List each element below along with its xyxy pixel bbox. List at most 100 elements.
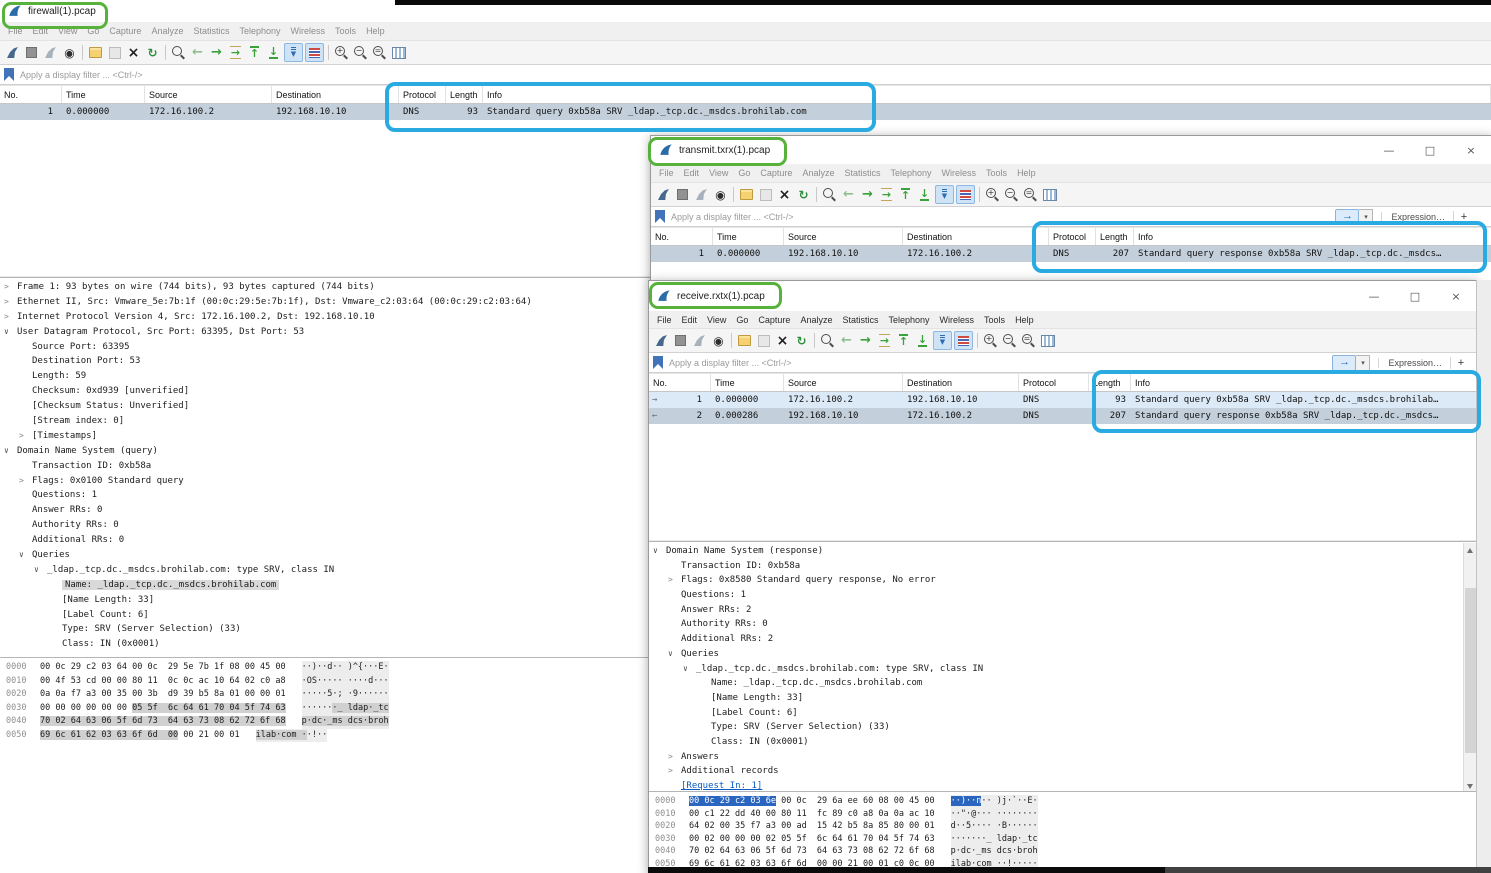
menu-item-file[interactable]: File — [652, 315, 677, 325]
shark-fin-icon[interactable] — [653, 332, 670, 349]
go-back-icon[interactable] — [838, 332, 855, 349]
save-file-icon[interactable] — [755, 332, 772, 349]
filterbar-firewall[interactable]: Apply a display filter ... <Ctrl-/> — [0, 65, 1491, 85]
resize-columns-icon[interactable] — [390, 44, 407, 61]
menu-item-analyze[interactable]: Analyze — [146, 26, 188, 36]
save-file-icon[interactable] — [106, 44, 123, 61]
filter-bookmark-icon[interactable] — [4, 68, 14, 81]
filter-dropdown-arrow-icon[interactable]: ▾ — [1356, 355, 1370, 371]
menu-item-statistics[interactable]: Statistics — [188, 26, 234, 36]
tree-item[interactable]: ∨Domain Name System (response) — [649, 544, 1477, 559]
menu-item-statistics[interactable]: Statistics — [839, 168, 885, 178]
go-to-packet-icon[interactable] — [878, 186, 895, 203]
menu-item-go[interactable]: Go — [731, 315, 753, 325]
shark-fin-icon[interactable] — [4, 44, 21, 61]
column-header-destination[interactable]: Destination — [272, 86, 399, 103]
column-header-no[interactable]: No. — [0, 86, 62, 103]
stop-capture-icon[interactable] — [674, 186, 691, 203]
collapse-arrow-icon[interactable]: ∨ — [683, 662, 688, 677]
restart-capture-icon[interactable] — [42, 44, 59, 61]
go-first-icon[interactable] — [246, 44, 263, 61]
capture-options-icon[interactable] — [710, 332, 727, 349]
filter-dropdown-arrow-icon[interactable]: ▾ — [1359, 209, 1373, 225]
tree-item[interactable]: >Additional records — [649, 764, 1477, 779]
expand-arrow-icon[interactable]: > — [19, 474, 24, 489]
packet-row[interactable]: ←20.000286192.168.10.10172.16.100.2DNS20… — [649, 408, 1477, 424]
restart-capture-icon[interactable] — [693, 186, 710, 203]
menu-item-edit[interactable]: Edit — [677, 315, 703, 325]
tree-item[interactable]: Authority RRs: 0 — [649, 617, 1477, 632]
colorize-packets-icon[interactable] — [956, 185, 975, 204]
menu-item-view[interactable]: View — [53, 26, 82, 36]
open-file-icon[interactable] — [87, 44, 104, 61]
menu-item-capture[interactable]: Capture — [753, 315, 795, 325]
menu-item-file[interactable]: File — [3, 26, 28, 36]
expand-arrow-icon[interactable]: > — [4, 310, 9, 325]
auto-scroll-icon[interactable] — [284, 43, 303, 62]
colorize-packets-icon[interactable] — [305, 43, 324, 62]
menu-item-file[interactable]: File — [654, 168, 679, 178]
column-header-no[interactable]: No. — [651, 228, 713, 245]
menu-item-telephony[interactable]: Telephony — [234, 26, 285, 36]
collapse-arrow-icon[interactable]: ∨ — [19, 548, 24, 563]
filter-bookmark-icon[interactable] — [653, 356, 663, 369]
menu-item-capture[interactable]: Capture — [755, 168, 797, 178]
expand-arrow-icon[interactable]: > — [668, 764, 673, 779]
tree-item[interactable]: ∨_ldap._tcp.dc._msdcs.brohilab.com: type… — [649, 662, 1477, 677]
restart-capture-icon[interactable] — [691, 332, 708, 349]
tree-item[interactable]: Additional RRs: 2 — [649, 632, 1477, 647]
zoom-out-icon[interactable] — [352, 44, 369, 61]
hex-row[interactable]: 002064 02 00 35 f7 a3 00 ad 15 42 b5 8a … — [649, 820, 1477, 833]
hex-row[interactable]: 001000 c1 22 dd 40 00 80 11 fc 89 c0 a8 … — [649, 808, 1477, 821]
find-packet-icon[interactable] — [821, 186, 838, 203]
column-header-length[interactable]: Length — [446, 86, 483, 103]
reload-file-icon[interactable] — [793, 332, 810, 349]
open-file-icon[interactable] — [738, 186, 755, 203]
stop-capture-icon[interactable] — [672, 332, 689, 349]
shark-fin-icon[interactable] — [655, 186, 672, 203]
column-header-destination[interactable]: Destination — [903, 228, 1049, 245]
tree-item[interactable]: [Name Length: 33] — [649, 691, 1477, 706]
column-header-source[interactable]: Source — [145, 86, 272, 103]
maximize-button[interactable]: □ — [1408, 290, 1422, 303]
column-header-info[interactable]: Info — [483, 86, 1491, 103]
zoom-in-icon[interactable] — [984, 186, 1001, 203]
column-header-length[interactable]: Length — [1089, 374, 1131, 391]
menu-item-telephony[interactable]: Telephony — [885, 168, 936, 178]
menu-item-go[interactable]: Go — [82, 26, 104, 36]
column-header-protocol[interactable]: Protocol — [399, 86, 446, 103]
close-file-icon[interactable] — [776, 186, 793, 203]
packet-row[interactable]: →10.000000172.16.100.2192.168.10.10DNS93… — [649, 392, 1477, 408]
tree-item[interactable]: Name: _ldap._tcp.dc._msdcs.brohilab.com — [649, 676, 1477, 691]
find-packet-icon[interactable] — [819, 332, 836, 349]
zoom-in-icon[interactable] — [333, 44, 350, 61]
go-last-icon[interactable] — [265, 44, 282, 61]
column-header-time[interactable]: Time — [711, 374, 784, 391]
titlebar-receive[interactable]: receive.rxtx(1).pcap — □ × — [649, 281, 1477, 311]
go-back-icon[interactable] — [840, 186, 857, 203]
column-header-source[interactable]: Source — [784, 228, 903, 245]
tree-item[interactable]: Answer RRs: 2 — [649, 603, 1477, 618]
filter-input[interactable]: Apply a display filter ... <Ctrl-/> — [671, 212, 794, 222]
menu-item-wireless[interactable]: Wireless — [935, 315, 980, 325]
tree-item[interactable]: ∨Queries — [649, 647, 1477, 662]
add-filter-button[interactable]: + — [1450, 357, 1471, 369]
expression-button[interactable]: Expression… — [1378, 358, 1442, 368]
go-forward-icon[interactable] — [857, 332, 874, 349]
tree-item[interactable]: [Label Count: 6] — [649, 706, 1477, 721]
column-header-time[interactable]: Time — [713, 228, 784, 245]
menu-item-tools[interactable]: Tools — [330, 26, 361, 36]
hex-row[interactable]: 004070 02 64 63 06 5f 6d 73 64 63 73 08 … — [649, 845, 1477, 858]
resize-columns-icon[interactable] — [1039, 332, 1056, 349]
column-header-protocol[interactable]: Protocol — [1049, 228, 1096, 245]
tree-item[interactable]: >Answers — [649, 750, 1477, 765]
zoom-out-icon[interactable] — [1003, 186, 1020, 203]
column-header-info[interactable]: Info — [1131, 374, 1477, 391]
go-forward-icon[interactable] — [859, 186, 876, 203]
collapse-arrow-icon[interactable]: ∨ — [668, 647, 673, 662]
expand-arrow-icon[interactable]: > — [19, 429, 24, 444]
menu-item-analyze[interactable]: Analyze — [797, 168, 839, 178]
apply-filter-button[interactable]: → — [1332, 355, 1356, 371]
minimize-button[interactable]: — — [1382, 144, 1396, 157]
filter-input[interactable]: Apply a display filter ... <Ctrl-/> — [20, 70, 143, 80]
